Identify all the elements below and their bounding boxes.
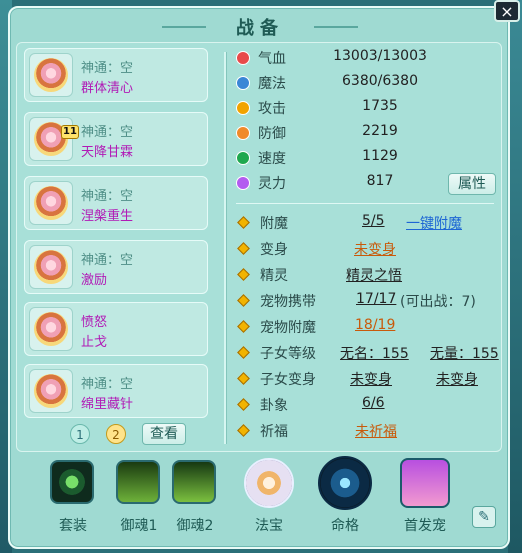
one-click-enchant-link[interactable]: 一键附魔 xyxy=(406,213,462,233)
shentong-slot xyxy=(29,307,73,351)
shentong-emblem-icon xyxy=(34,374,68,408)
shentong-card[interactable]: 神通：空 激励 xyxy=(24,240,208,294)
page-2-button[interactable]: 2 xyxy=(106,424,126,444)
shentong-slot xyxy=(29,245,73,289)
shentong-skill-name: 天降甘霖 xyxy=(81,145,134,160)
tab-fabao[interactable]: 法宝 xyxy=(234,515,304,535)
attack-icon xyxy=(236,101,250,115)
shentong-skill-name: 激励 xyxy=(81,273,108,288)
feature-label: 宠物附魔 xyxy=(260,320,316,336)
feature-value-2[interactable]: 未变身 xyxy=(436,369,478,389)
view-button[interactable]: 查看 xyxy=(142,423,186,445)
spirit-icon xyxy=(236,176,250,190)
shentong-line1: 神通：空 xyxy=(81,377,134,392)
feature-value[interactable]: 5/5 xyxy=(362,213,385,229)
feature-value[interactable]: 6/6 xyxy=(362,395,385,411)
stat-value: 1735 xyxy=(362,98,398,114)
title-ornament-right xyxy=(314,26,358,28)
stat-label: 气血 xyxy=(258,51,286,67)
shentong-slot: 11 xyxy=(29,117,79,161)
shentong-emblem-icon xyxy=(34,250,68,284)
shentong-card[interactable]: 神通：空 涅槃重生 xyxy=(24,176,208,230)
shentong-skill-name: 涅槃重生 xyxy=(81,209,134,224)
feature-extra: (可出战：7) xyxy=(400,294,476,310)
section-divider xyxy=(236,203,494,204)
shentong-skill-name: 群体清心 xyxy=(81,81,134,96)
mingge-icon[interactable] xyxy=(318,456,372,510)
shentong-line1: 神通：空 xyxy=(81,125,134,140)
yuhun2-icon[interactable] xyxy=(172,460,216,504)
tab-first-pet[interactable]: 首发宠 xyxy=(390,515,460,535)
stat-label: 灵力 xyxy=(258,176,286,192)
speed-icon xyxy=(236,151,250,165)
stat-label: 速度 xyxy=(258,151,286,167)
close-button[interactable]: × xyxy=(494,0,520,22)
feature-value[interactable]: 18/19 xyxy=(355,317,395,333)
shentong-slot xyxy=(29,369,73,413)
shentong-card[interactable]: 神通：空 群体清心 xyxy=(24,48,208,102)
mana-icon xyxy=(236,76,250,90)
edit-icon[interactable]: ✎ xyxy=(472,506,496,528)
stat-label: 攻击 xyxy=(258,101,286,117)
shentong-card[interactable]: 愤怒 止戈 xyxy=(24,302,208,356)
feature-value[interactable]: 未祈福 xyxy=(355,421,397,441)
feature-label: 子女等级 xyxy=(260,346,316,362)
stat-value: 2219 xyxy=(362,123,398,139)
feature-value-2[interactable]: 无量：155 xyxy=(430,343,499,363)
pet-icon[interactable] xyxy=(400,458,450,508)
feature-value[interactable]: 17/17 xyxy=(356,291,396,307)
heart-icon xyxy=(236,51,250,65)
feature-label: 变身 xyxy=(260,242,288,258)
stat-value: 817 xyxy=(366,173,394,189)
feature-label: 祈福 xyxy=(260,424,288,440)
suit-icon[interactable] xyxy=(50,460,94,504)
shentong-line1: 愤怒 xyxy=(81,315,108,330)
level-badge: 11 xyxy=(61,125,79,139)
fabao-icon[interactable] xyxy=(244,458,294,508)
stat-value: 13003/13003 xyxy=(333,48,427,64)
feature-value[interactable]: 未变身 xyxy=(354,239,396,259)
feature-value[interactable]: 未变身 xyxy=(350,369,392,389)
feature-label: 宠物携带 xyxy=(260,294,316,310)
shentong-slot xyxy=(29,181,73,225)
shentong-slot xyxy=(29,53,73,97)
column-divider xyxy=(224,52,226,444)
stat-value: 6380/6380 xyxy=(342,73,418,89)
shentong-skill-name: 止戈 xyxy=(81,335,108,350)
shentong-line1: 神通：空 xyxy=(81,189,134,204)
page-1-button[interactable]: 1 xyxy=(70,424,90,444)
feature-label: 卦象 xyxy=(260,398,288,414)
yuhun1-icon[interactable] xyxy=(116,460,160,504)
shentong-skill-name: 绵里藏针 xyxy=(81,397,134,412)
shentong-card[interactable]: 11 神通：空 天降甘霖 xyxy=(24,112,208,166)
feature-label: 精灵 xyxy=(260,268,288,284)
shentong-emblem-icon xyxy=(34,186,68,220)
shentong-line1: 神通：空 xyxy=(81,61,134,76)
feature-label: 附魔 xyxy=(260,216,288,232)
right-backdrop xyxy=(508,0,522,553)
title-bar: 战备 xyxy=(162,14,358,40)
shentong-card[interactable]: 神通：空 绵里藏针 xyxy=(24,364,208,418)
feature-value[interactable]: 精灵之悟 xyxy=(346,265,402,285)
shentong-emblem-icon xyxy=(34,58,68,92)
tab-suit[interactable]: 套装 xyxy=(38,515,108,535)
shentong-emblem-icon xyxy=(34,312,68,346)
feature-value[interactable]: 无名：155 xyxy=(340,343,409,363)
stat-value: 1129 xyxy=(362,148,398,164)
shield-icon xyxy=(236,126,250,140)
attributes-button[interactable]: 属性 xyxy=(448,173,496,195)
tab-yuhun2[interactable]: 御魂2 xyxy=(160,515,230,535)
tab-mingge[interactable]: 命格 xyxy=(310,515,380,535)
stat-label: 魔法 xyxy=(258,76,286,92)
stat-label: 防御 xyxy=(258,126,286,142)
shentong-line1: 神通：空 xyxy=(81,253,134,268)
feature-label: 子女变身 xyxy=(260,372,316,388)
